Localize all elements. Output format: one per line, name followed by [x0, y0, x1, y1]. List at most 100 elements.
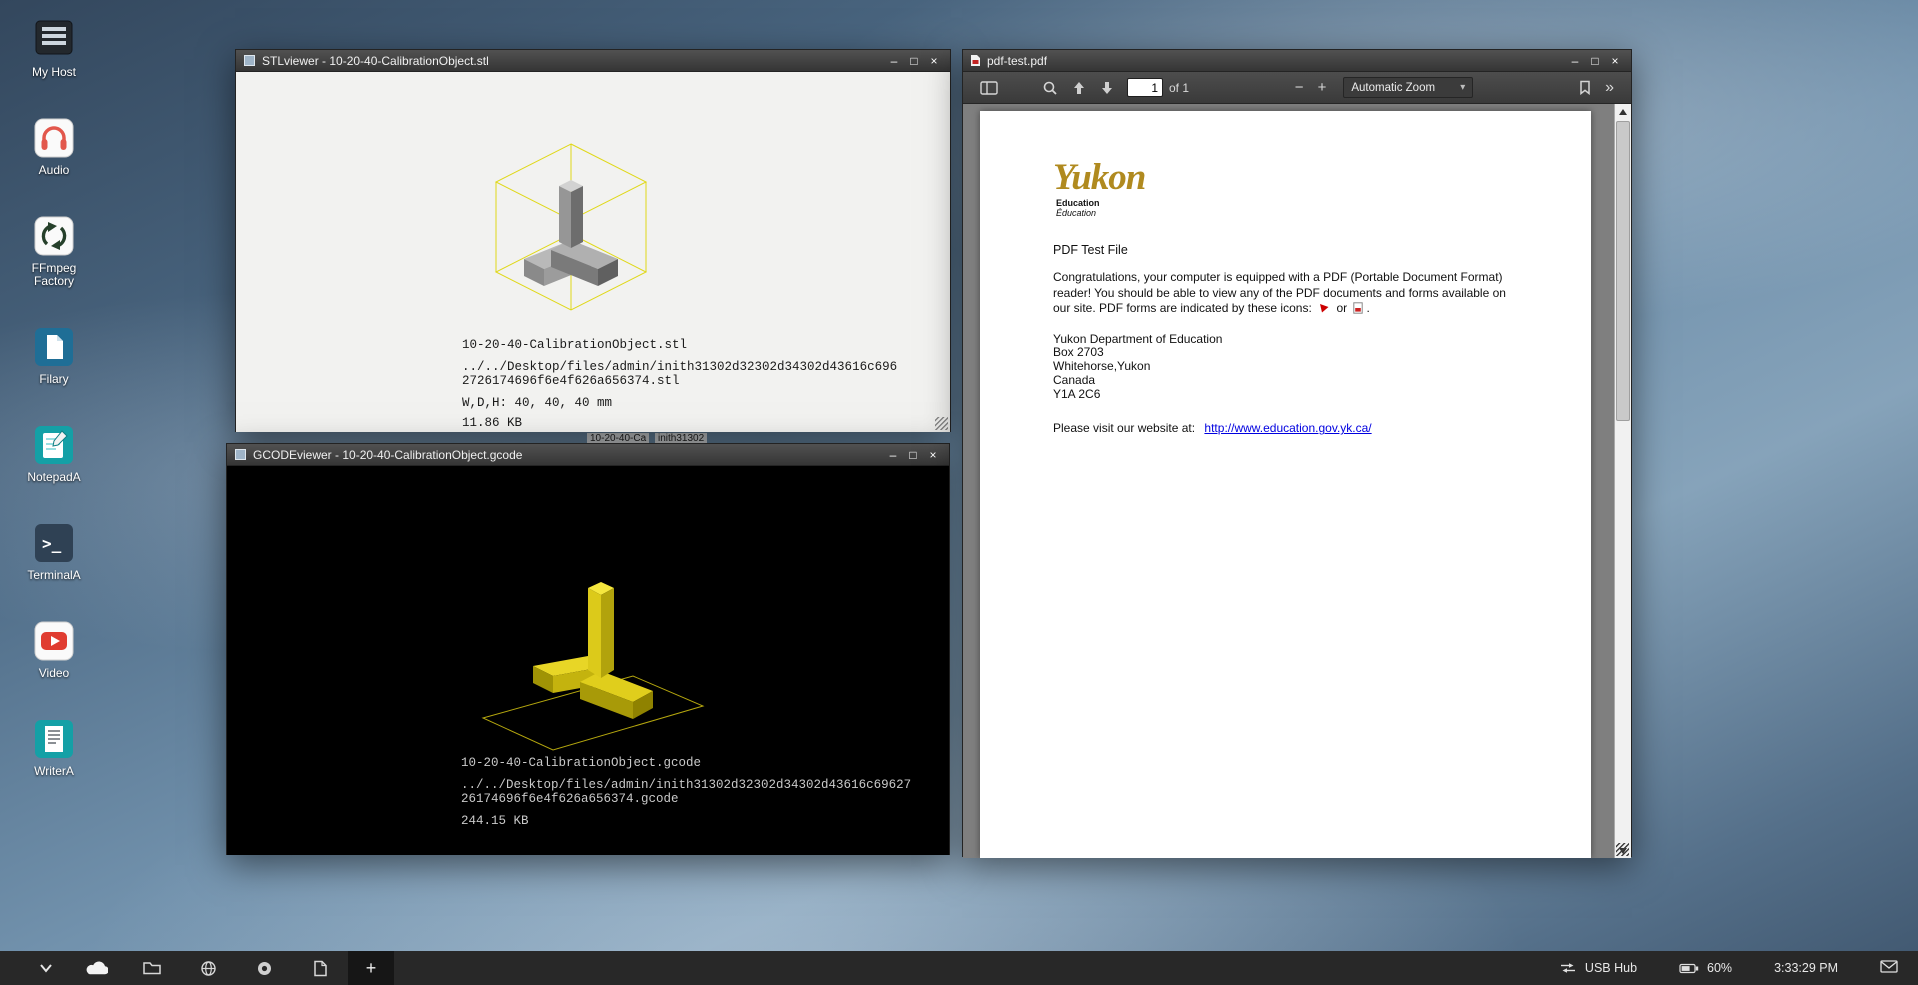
gcode-file-path-line1: ../../Desktop/files/admin/inith31302d323…: [461, 778, 911, 792]
taskbar-document-button[interactable]: [292, 951, 348, 985]
pdf-app-icon: [970, 54, 981, 67]
desktop-icon-my-host[interactable]: My Host: [8, 18, 100, 79]
zoom-out-button[interactable]: −: [1288, 72, 1311, 103]
resize-grip[interactable]: [1616, 843, 1629, 856]
more-tools-button[interactable]: »: [1598, 72, 1621, 103]
taskbar-app-button[interactable]: [236, 951, 292, 985]
clock[interactable]: 3:33:29 PM: [1774, 961, 1838, 975]
close-button[interactable]: ×: [924, 445, 942, 465]
gcode-file-size: 244.15 KB: [461, 814, 911, 828]
zoom-select[interactable]: Automatic Zoom ▾: [1343, 77, 1473, 98]
background-file-label: inith31302: [655, 433, 707, 443]
close-button[interactable]: ×: [925, 51, 943, 71]
pdf-form-icon: [1353, 302, 1363, 319]
resize-grip[interactable]: [935, 417, 948, 430]
pdf-content-area[interactable]: Yukon Education Éducation PDF Test File …: [963, 104, 1631, 858]
scrollbar[interactable]: [1614, 104, 1631, 858]
stlviewer-window: STLviewer - 10-20-40-CalibrationObject.s…: [235, 49, 951, 432]
taskbar-left: +: [24, 951, 394, 985]
minimize-button[interactable]: –: [884, 445, 902, 465]
folder-icon: [142, 960, 162, 976]
gcode-window-title: GCODEviewer - 10-20-40-CalibrationObject…: [253, 448, 522, 462]
pdf-titlebar[interactable]: pdf-test.pdf – □ ×: [963, 50, 1631, 72]
desktop-icon-filary[interactable]: Filary: [8, 325, 100, 386]
battery-percentage: 60%: [1707, 961, 1732, 975]
stl-file-path-line1: ../../Desktop/files/admin/inith31302d323…: [462, 360, 897, 374]
stl-viewport[interactable]: 10-20-40-CalibrationObject.stl ../../Des…: [236, 72, 950, 432]
desktop-icon-column: My Host Audio FFmpeg Factory Filary Note: [8, 18, 100, 815]
desktop-icon-label: WriterA: [34, 765, 74, 778]
usb-arrows-icon: [1559, 962, 1577, 974]
desktop-icon-notepada[interactable]: NotepadA: [8, 423, 100, 484]
taskbar-expand-button[interactable]: [24, 951, 68, 985]
taskbar-cloud-button[interactable]: [68, 951, 124, 985]
gcode-3d-model: [438, 558, 738, 788]
taskbar-files-button[interactable]: [124, 951, 180, 985]
stl-app-icon: [243, 54, 256, 67]
scrollbar-thumb[interactable]: [1616, 121, 1630, 421]
gcode-filename: 10-20-40-CalibrationObject.gcode: [461, 756, 911, 770]
scroll-up-arrow[interactable]: [1615, 104, 1631, 119]
stl-filename: 10-20-40-CalibrationObject.stl: [462, 338, 897, 352]
writera-icon: [32, 717, 76, 761]
address-line: Y1A 2C6: [1053, 388, 1533, 402]
website-link[interactable]: http://www.education.gov.yk.ca/: [1204, 421, 1371, 435]
stl-file-size: 11.86 KB: [462, 416, 897, 430]
maximize-button[interactable]: □: [905, 51, 923, 71]
desktop-icon-label: My Host: [32, 66, 76, 79]
gcodeviewer-window: GCODEviewer - 10-20-40-CalibrationObject…: [226, 443, 950, 855]
previous-page-button[interactable]: [1065, 72, 1093, 103]
stl-dimensions: W,D,H: 40, 40, 40 mm: [462, 396, 897, 410]
desktop-icon-audio[interactable]: Audio: [8, 116, 100, 177]
gcode-titlebar[interactable]: GCODEviewer - 10-20-40-CalibrationObject…: [227, 444, 949, 466]
desktop-icon-label: Filary: [39, 373, 68, 386]
gcode-app-icon: [234, 448, 247, 461]
zoom-in-button[interactable]: +: [1311, 72, 1334, 103]
zoom-select-value: Automatic Zoom: [1351, 82, 1435, 94]
paragraph-line: reader! You should be able to view any o…: [1053, 286, 1533, 302]
bookmark-button[interactable]: [1572, 72, 1598, 103]
pdf-viewer-window: pdf-test.pdf – □ × of 1 −: [962, 49, 1632, 857]
desktop-icon-label: TerminalA: [27, 569, 80, 582]
yukon-logo-education-fr: Éducation: [1056, 208, 1533, 218]
desktop-icon-video[interactable]: Video: [8, 619, 100, 680]
minimize-button[interactable]: –: [1566, 51, 1584, 71]
maximize-button[interactable]: □: [904, 445, 922, 465]
cloud-icon: [84, 960, 108, 976]
next-page-button[interactable]: [1093, 72, 1121, 103]
gcode-file-path-line2: 26174696f6e4f626a656374.gcode: [461, 792, 911, 806]
stl-file-path-line2: 2726174696f6e4f626a656374.stl: [462, 374, 897, 388]
stl-window-title: STLviewer - 10-20-40-CalibrationObject.s…: [262, 54, 489, 68]
page-number-input[interactable]: [1127, 78, 1163, 97]
chevron-down-icon: ▾: [1460, 82, 1465, 93]
mail-indicator[interactable]: [1880, 960, 1898, 976]
sidebar-toggle-button[interactable]: [973, 72, 1005, 103]
battery-indicator[interactable]: 60%: [1679, 961, 1732, 975]
desktop-icon-terminala[interactable]: >_ TerminalA: [8, 521, 100, 582]
video-icon: [32, 619, 76, 663]
stl-titlebar[interactable]: STLviewer - 10-20-40-CalibrationObject.s…: [236, 50, 950, 72]
audio-icon: [32, 116, 76, 160]
maximize-button[interactable]: □: [1586, 51, 1604, 71]
desktop-icon-label: FFmpeg Factory: [10, 262, 98, 288]
usb-hub-indicator[interactable]: USB Hub: [1559, 961, 1637, 975]
minimize-button[interactable]: –: [885, 51, 903, 71]
yukon-logo-education: Education: [1056, 198, 1533, 208]
desktop-icon-ffmpeg-factory[interactable]: FFmpeg Factory: [8, 214, 100, 288]
address-line: Box 2703: [1053, 346, 1533, 360]
paragraph-line: our site. PDF forms are indicated by the…: [1053, 301, 1533, 319]
gcode-viewport[interactable]: 10-20-40-CalibrationObject.gcode ../../D…: [227, 466, 949, 855]
stl-3d-model: [446, 130, 696, 330]
taskbar-browser-button[interactable]: [180, 951, 236, 985]
chevron-down-icon: [38, 960, 54, 976]
globe-icon: [200, 960, 217, 977]
page-count-label: of 1: [1169, 81, 1189, 95]
acrobat-pdf-icon: [1318, 302, 1330, 319]
svg-text:>_: >_: [42, 534, 62, 553]
search-button[interactable]: [1035, 72, 1065, 103]
pdf-doc-paragraph: Congratulations, your computer is equipp…: [1053, 270, 1533, 319]
taskbar-add-button[interactable]: +: [348, 951, 394, 985]
yukon-logo: Yukon Education Éducation: [1053, 161, 1533, 218]
desktop-icon-writera[interactable]: WriterA: [8, 717, 100, 778]
close-button[interactable]: ×: [1606, 51, 1624, 71]
